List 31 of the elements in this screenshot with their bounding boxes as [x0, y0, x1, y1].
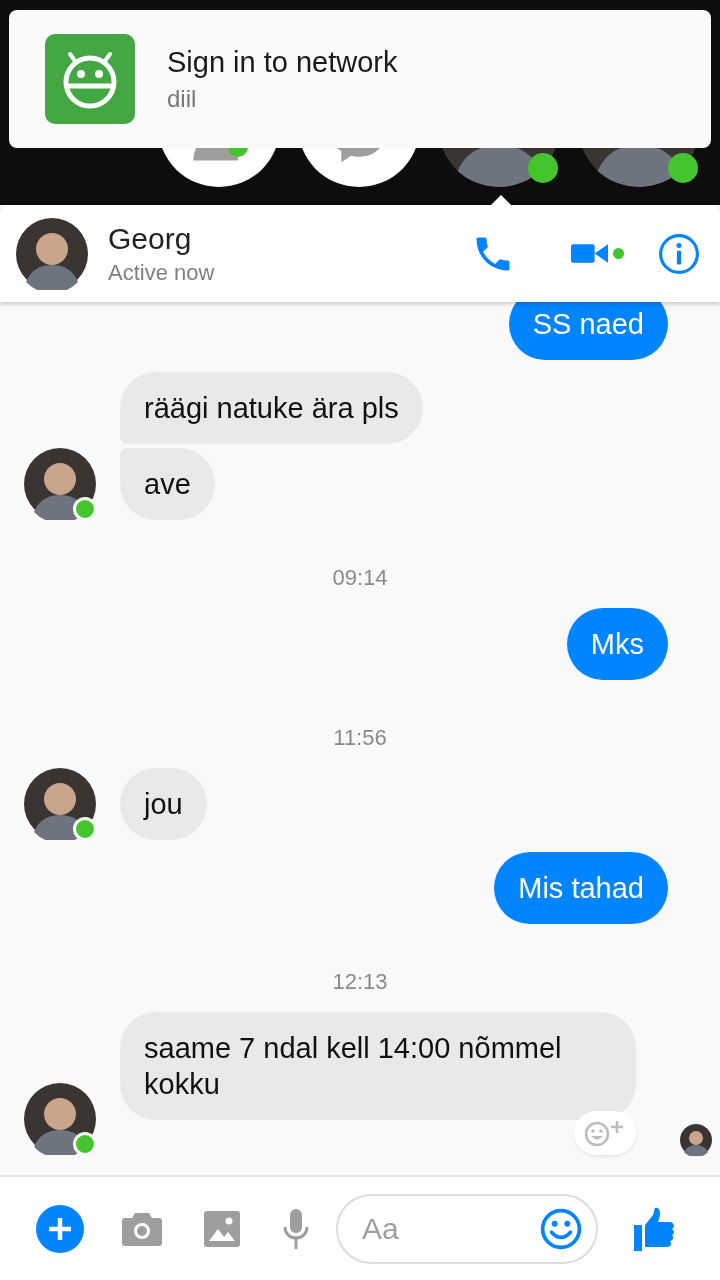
- add-reaction-button[interactable]: [574, 1111, 636, 1155]
- avatar[interactable]: [16, 217, 88, 290]
- timestamp: 09:14: [332, 566, 388, 590]
- message-bubble[interactable]: jou: [120, 768, 207, 840]
- message-bubble[interactable]: Mks: [566, 608, 668, 680]
- notification-title: Sign in to network: [167, 45, 398, 79]
- contact-status: Active now: [108, 259, 216, 286]
- avatar[interactable]: [24, 768, 96, 840]
- microphone-icon[interactable]: [282, 1208, 310, 1249]
- camera-icon[interactable]: [122, 1210, 162, 1247]
- avatar[interactable]: [24, 1083, 96, 1155]
- add-icon[interactable]: [36, 1204, 84, 1253]
- message-bubble[interactable]: SS naed: [508, 302, 668, 360]
- robot-app-icon: [45, 34, 135, 124]
- thumbs-up-icon[interactable]: [634, 1206, 674, 1251]
- message-input[interactable]: Aa: [360, 1210, 540, 1247]
- message-field[interactable]: Aa: [336, 1193, 598, 1264]
- timestamp: 12:13: [332, 970, 388, 994]
- message-bubble[interactable]: saame 7 ndal kell 14:00 nõmmel kokku: [120, 1012, 636, 1120]
- timestamp: 11:56: [333, 726, 387, 750]
- contact-name: Georg: [108, 221, 193, 256]
- message-bubble[interactable]: räägi natuke ära pls: [120, 372, 423, 444]
- image-icon[interactable]: [202, 1210, 242, 1247]
- video-camera-icon[interactable]: [571, 241, 608, 266]
- emoji-icon[interactable]: [540, 1207, 582, 1250]
- notification-card[interactable]: Sign in to network diil: [9, 10, 711, 148]
- avatar[interactable]: [24, 448, 96, 520]
- notification-subtitle: diil: [167, 84, 198, 113]
- info-icon[interactable]: [658, 232, 700, 275]
- message-bubble[interactable]: ave: [120, 448, 215, 520]
- message-bubble[interactable]: Mis tahad: [494, 852, 668, 924]
